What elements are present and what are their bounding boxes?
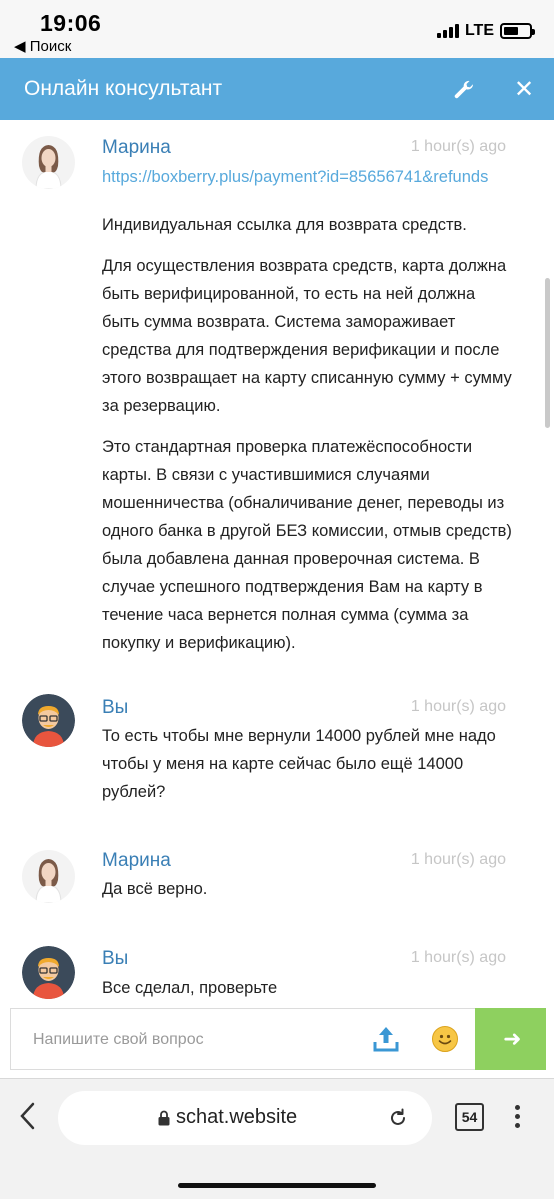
close-icon[interactable]: ✕ [512,78,536,102]
address-bar[interactable]: schat.website [58,1091,432,1145]
message-paragraph: Для осуществления возврата средств, карт… [102,257,512,415]
message-author: Вы [102,697,129,718]
message-input[interactable]: Напишите свой вопрос [33,1031,204,1049]
message-author: Марина [102,137,171,158]
tabs-button[interactable]: 54 [455,1103,484,1131]
emoji-icon[interactable] [432,1026,458,1052]
message-input-bar: Напишите свой вопрос ➜ [10,1008,546,1070]
message-author: Марина [102,850,171,871]
chat-title: Онлайн консультант [24,77,223,100]
message-paragraph: Это стандартная проверка платежёспособно… [102,438,512,652]
network-type: LTE [464,22,494,39]
message-body: То есть чтобы мне вернули 14000 рублей м… [102,727,496,801]
message-body: Да всё верно. [102,880,208,898]
message-time: 1 hour(s) ago [410,138,506,155]
message-time: 1 hour(s) ago [410,698,506,715]
message-time: 1 hour(s) ago [410,949,506,966]
lock-icon [158,1110,170,1126]
arrow-right-icon: ➜ [503,1026,522,1051]
home-indicator[interactable] [178,1183,376,1188]
message-time: 1 hour(s) ago [410,851,506,868]
upload-icon[interactable] [373,1025,399,1053]
user-avatar [22,694,75,747]
operator-avatar [22,850,75,903]
status-bar: 19:06 ◀ Поиск LTE [0,0,554,58]
message-body: Все сделал, проверьте [102,979,278,997]
status-time: 19:06 [40,10,102,36]
browser-toolbar: schat.website 54 [0,1078,554,1199]
reload-icon[interactable] [388,1108,408,1128]
message-list[interactable]: Марина 1 hour(s) ago https://boxberry.pl… [0,120,554,1008]
battery-icon [500,23,535,39]
scrollbar-thumb[interactable] [545,278,550,428]
back-to-search-link[interactable]: ◀ Поиск [14,37,71,55]
signal-icon [436,24,459,38]
message-body: https://boxberry.plus/payment?id=8565674… [102,163,512,670]
url-text: schat.website [176,1106,298,1128]
message-author: Вы [102,948,129,969]
wrench-icon[interactable] [452,78,476,102]
status-indicators: LTE [436,22,535,40]
send-button[interactable]: ➜ [475,1008,546,1070]
user-avatar [22,946,75,999]
message-paragraph: Индивидуальная ссылка для возврата средс… [102,216,467,234]
more-menu-icon[interactable] [512,1105,522,1131]
operator-avatar [22,136,75,189]
chevron-left-icon[interactable] [16,1101,40,1131]
refund-link[interactable]: https://boxberry.plus/payment?id=8565674… [102,163,512,191]
